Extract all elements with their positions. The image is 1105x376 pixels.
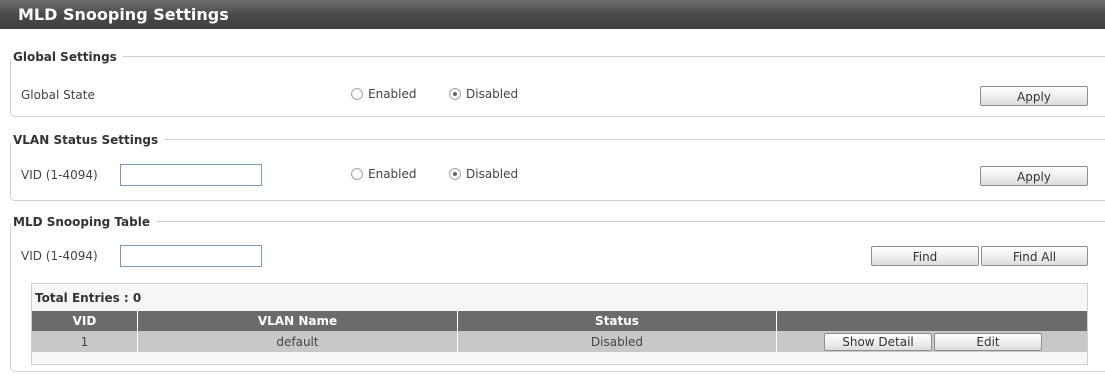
global-enabled-radio[interactable] <box>351 88 363 100</box>
entries-table-box: Total Entries : 0 VID VLAN Name Status 1… <box>31 283 1088 365</box>
table-vid-label: VID (1-4094) <box>21 249 98 263</box>
edit-button[interactable]: Edit <box>934 332 1042 351</box>
vlan-enabled-label: Enabled <box>368 167 417 181</box>
cell-actions: Show Detail Edit <box>776 331 1087 352</box>
find-all-button[interactable]: Find All <box>981 246 1088 266</box>
global-disabled-option[interactable]: Disabled <box>449 87 518 101</box>
entries-table: VID VLAN Name Status 1 default Disabled … <box>32 311 1087 352</box>
cell-vid: 1 <box>32 331 138 352</box>
vlan-status-vid-label: VID (1-4094) <box>21 168 98 182</box>
cell-vlan-name: default <box>137 331 458 352</box>
table-vid-input[interactable] <box>120 245 262 267</box>
global-state-label: Global State <box>21 88 95 102</box>
vlan-status-vid-input[interactable] <box>120 164 262 186</box>
table-row: 1 default Disabled Show Detail Edit <box>32 331 1087 352</box>
global-enabled-option[interactable]: Enabled <box>351 87 417 101</box>
col-header-vlan-name: VLAN Name <box>137 311 458 331</box>
vlan-disabled-radio[interactable] <box>449 168 461 180</box>
col-header-actions <box>776 311 1087 331</box>
global-settings-section: Global Settings <box>10 49 1105 117</box>
show-detail-button[interactable]: Show Detail <box>824 332 932 351</box>
global-disabled-label: Disabled <box>466 87 519 101</box>
vlan-enabled-option[interactable]: Enabled <box>351 167 417 181</box>
global-disabled-radio[interactable] <box>449 88 461 100</box>
vlan-status-apply-button[interactable]: Apply <box>980 166 1088 186</box>
vlan-status-legend: VLAN Status Settings <box>11 132 165 148</box>
page-title: MLD Snooping Settings <box>0 0 1105 29</box>
cell-status: Disabled <box>457 331 777 352</box>
total-entries: Total Entries : 0 <box>35 291 142 305</box>
vlan-disabled-label: Disabled <box>466 167 519 181</box>
vlan-enabled-radio[interactable] <box>351 168 363 180</box>
global-apply-button[interactable]: Apply <box>980 86 1088 106</box>
snooping-table-legend: MLD Snooping Table <box>11 214 156 230</box>
table-header-row: VID VLAN Name Status <box>32 311 1087 331</box>
col-header-status: Status <box>457 311 777 331</box>
col-header-vid: VID <box>32 311 138 331</box>
global-enabled-label: Enabled <box>368 87 417 101</box>
find-button[interactable]: Find <box>871 246 979 266</box>
vlan-disabled-option[interactable]: Disabled <box>449 167 518 181</box>
global-settings-legend: Global Settings <box>11 49 123 65</box>
